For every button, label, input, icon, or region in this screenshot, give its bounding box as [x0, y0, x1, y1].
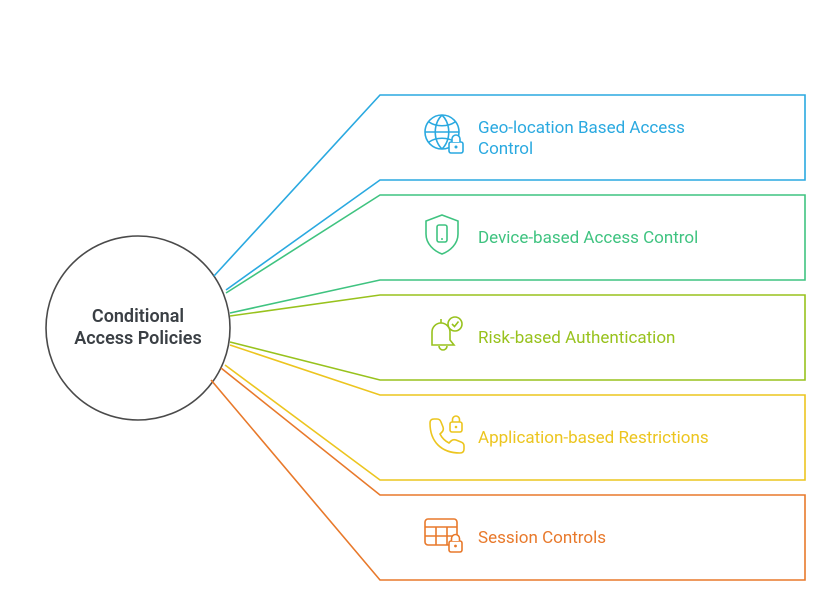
branch-session-label: Session Controls [478, 528, 606, 548]
diagram-canvas: Conditional Access Policies Geo-location… [0, 0, 818, 589]
branch-risk-label: Risk-based Authentication [478, 328, 675, 348]
branch-geo-label-line2: Control [478, 139, 533, 159]
phone-lock-icon [430, 416, 464, 453]
branch-device-label: Device-based Access Control [478, 228, 698, 248]
bell-check-icon [432, 317, 462, 350]
center-label-line1: Conditional [92, 306, 184, 327]
branch-risk: Risk-based Authentication [230, 295, 805, 380]
center-label-line2: Access Policies [74, 328, 201, 349]
branch-geo-label-line1: Geo-location Based Access [478, 118, 685, 138]
branch-app-label: Application-based Restrictions [478, 428, 709, 448]
globe-lock-icon [425, 115, 463, 153]
branch-app: Application-based Restrictions [225, 345, 805, 480]
shield-device-icon [426, 215, 458, 254]
table-lock-icon [425, 519, 462, 552]
branch-geo: Geo-location Based Access Control [214, 95, 805, 290]
branch-session: Session Controls [211, 368, 805, 580]
